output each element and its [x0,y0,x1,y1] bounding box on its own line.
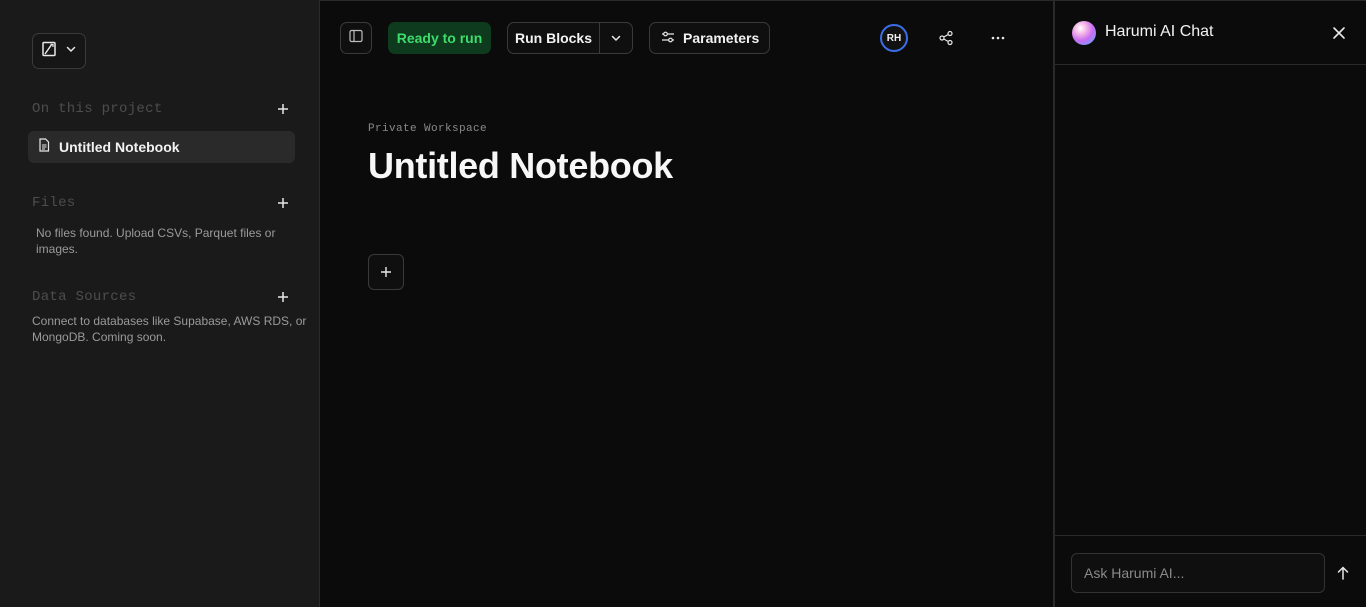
workspace-label: Private Workspace [368,123,488,135]
sidebar-panel-icon [348,28,364,49]
share-icon [939,30,953,46]
workspace-switcher-button[interactable] [32,33,86,69]
plus-icon [278,104,288,114]
parameters-label: Parameters [683,30,760,46]
sidebar-item-untitled-notebook[interactable]: Untitled Notebook [28,131,295,163]
data-sources-hint: Connect to databases like Supabase, AWS … [32,314,307,344]
chat-header: Harumi AI Chat [1055,1,1366,65]
plus-icon [278,292,288,302]
chat-footer [1055,535,1366,607]
arrow-up-icon [1337,566,1349,580]
notebook-main: Ready to run Run Blocks Parameters RH Pr… [320,0,1053,607]
notebook-logo-icon [41,41,57,62]
add-block-button[interactable] [368,254,404,290]
project-section-title: On this project [32,101,163,117]
run-blocks-group: Run Blocks [507,22,633,54]
add-notebook-button[interactable] [274,100,292,118]
files-section-header: Files [32,193,292,213]
avatar[interactable]: RH [880,24,908,52]
files-section-title: Files [32,195,76,211]
run-options-dropdown[interactable] [600,23,632,53]
data-sources-section-header: Data Sources [32,287,292,307]
project-section-header: On this project [32,99,292,119]
status-badge: Ready to run [388,22,491,54]
more-horizontal-icon [991,36,1005,40]
more-options-button[interactable] [986,26,1010,50]
chat-input[interactable] [1071,553,1325,593]
toggle-sidebar-button[interactable] [340,22,372,54]
sliders-icon [661,30,675,47]
data-sources-section-title: Data Sources [32,289,137,305]
page-title[interactable]: Untitled Notebook [368,145,673,187]
parameters-button[interactable]: Parameters [649,22,770,54]
close-chat-button[interactable] [1329,23,1349,43]
upload-file-button[interactable] [274,194,292,212]
chat-title: Harumi AI Chat [1105,23,1214,40]
plus-icon [381,267,391,277]
chevron-down-icon [65,42,77,60]
plus-icon [278,198,288,208]
document-icon [37,137,51,157]
add-data-source-button[interactable] [274,288,292,306]
ai-chat-panel: Harumi AI Chat [1053,0,1366,607]
sidebar: On this project Untitled Notebook Files … [0,0,320,607]
sidebar-item-label: Untitled Notebook [59,139,180,155]
ai-orb-icon [1072,21,1096,45]
chevron-down-icon [611,35,621,42]
close-icon [1333,27,1345,39]
run-blocks-button[interactable]: Run Blocks [508,23,600,53]
send-button[interactable] [1333,563,1353,583]
files-empty-hint: No files found. Upload CSVs, Parquet fil… [36,226,276,256]
share-button[interactable] [934,26,958,50]
